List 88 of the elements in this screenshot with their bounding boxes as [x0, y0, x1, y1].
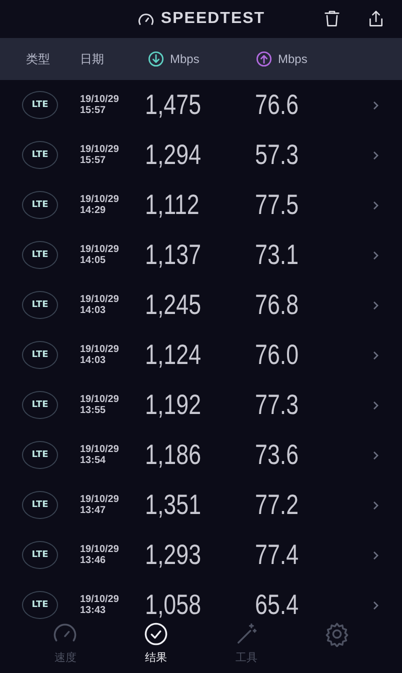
test-date: 19/10/29 [80, 194, 120, 205]
download-speed: 1,124 [145, 339, 202, 371]
tab-item[interactable]: 结果 [120, 619, 191, 665]
download-speed: 1,186 [145, 439, 202, 471]
chevron-right-icon [373, 150, 379, 160]
test-time: 14:03 [80, 355, 107, 366]
chevron-right-icon [373, 300, 379, 310]
network-type-badge: LTE [22, 391, 58, 419]
upload-speed: 76.0 [255, 339, 300, 371]
result-row[interactable]: LTE 19/10/29 14:03 1,124 76.0 [0, 330, 402, 380]
upload-speed: 65.4 [255, 589, 300, 619]
chevron-right-icon [373, 350, 379, 360]
chevron-right-icon [373, 250, 379, 260]
download-speed: 1,137 [145, 239, 202, 271]
test-date: 19/10/29 [80, 94, 120, 105]
upload-speed: 73.1 [255, 239, 300, 271]
gauge-icon [136, 12, 155, 26]
test-date: 19/10/29 [80, 294, 120, 305]
download-speed: 1,058 [145, 589, 202, 619]
test-time: 14:03 [80, 305, 107, 316]
test-time: 13:43 [80, 605, 107, 616]
column-header: 类型 [26, 50, 50, 68]
result-row[interactable]: LTE 19/10/29 15:57 1,294 57.3 [0, 130, 402, 180]
gear-icon [324, 621, 350, 647]
test-date: 19/10/29 [80, 144, 120, 155]
chevron-right-icon [373, 100, 379, 110]
test-time: 15:57 [80, 105, 107, 116]
result-row[interactable]: LTE 19/10/29 14:03 1,245 76.8 [0, 280, 402, 330]
result-row[interactable]: LTE 19/10/29 13:55 1,192 77.3 [0, 380, 402, 430]
test-time: 14:29 [80, 205, 107, 216]
chevron-right-icon [373, 550, 379, 560]
chevron-right-icon [373, 400, 379, 410]
test-date: 19/10/29 [80, 444, 120, 455]
network-type-badge: LTE [22, 191, 58, 219]
result-row[interactable]: LTE 19/10/29 13:54 1,186 73.6 [0, 430, 402, 480]
app-title: SPEEDTEST [160, 10, 266, 28]
download-speed: 1,192 [145, 389, 202, 421]
result-row[interactable]: LTE 19/10/29 14:05 1,137 73.1 [0, 230, 402, 280]
chevron-right-icon [373, 200, 379, 210]
tab-label: 结果 [144, 650, 167, 665]
column-header: Mbps [170, 52, 200, 66]
upload-speed: 77.5 [255, 189, 300, 221]
download-speed: 1,245 [145, 289, 202, 321]
tab-label: 工具 [235, 650, 258, 665]
test-time: 13:46 [80, 555, 107, 566]
test-date: 19/10/29 [80, 494, 120, 505]
download-speed: 1,293 [145, 539, 202, 571]
chevron-right-icon [373, 450, 379, 460]
test-time: 15:57 [80, 155, 107, 166]
test-date: 19/10/29 [80, 594, 120, 605]
tab-label: 速度 [54, 650, 76, 665]
test-time: 13:54 [80, 455, 107, 466]
network-type-badge: LTE [22, 91, 58, 119]
upload-speed: 76.8 [255, 289, 300, 321]
upload-speed: 73.6 [255, 439, 300, 471]
test-date: 19/10/29 [80, 394, 120, 405]
upload-speed: 76.6 [255, 89, 300, 121]
upload-speed: 77.2 [255, 489, 300, 521]
result-row[interactable]: LTE 19/10/29 14:29 1,112 77.5 [0, 180, 402, 230]
test-time: 14:05 [80, 255, 107, 266]
test-date: 19/10/29 [80, 544, 120, 555]
result-row[interactable]: LTE 19/10/29 13:46 1,293 77.4 [0, 530, 402, 580]
network-type-badge: LTE [22, 291, 58, 319]
chevron-right-icon [373, 500, 379, 510]
network-type-badge: LTE [22, 541, 58, 569]
trash-icon[interactable] [322, 9, 342, 29]
network-type-badge: LTE [22, 341, 58, 369]
network-type-badge: LTE [22, 491, 58, 519]
upload-speed: 77.3 [255, 389, 300, 421]
download-speed: 1,351 [145, 489, 202, 521]
check-circle-icon [142, 621, 169, 647]
test-time: 13:55 [80, 405, 107, 416]
upload-speed: 77.4 [255, 539, 300, 571]
column-header: 日期 [80, 50, 104, 68]
download-speed: 1,112 [145, 189, 200, 221]
network-type-badge: LTE [22, 441, 58, 469]
test-date: 19/10/29 [80, 344, 120, 355]
test-time: 13:47 [80, 505, 107, 516]
download-speed: 1,294 [145, 139, 202, 171]
network-type-badge: LTE [22, 141, 58, 169]
result-row[interactable]: LTE 19/10/29 13:47 1,351 77.2 [0, 480, 402, 530]
result-row[interactable]: LTE 19/10/29 15:57 1,475 76.6 [0, 80, 402, 130]
column-header: Mbps [278, 52, 308, 66]
network-type-badge: LTE [22, 241, 58, 269]
download-speed: 1,475 [145, 89, 202, 121]
test-date: 19/10/29 [80, 244, 120, 255]
chevron-right-icon [373, 600, 379, 610]
upload-speed: 57.3 [255, 139, 300, 171]
